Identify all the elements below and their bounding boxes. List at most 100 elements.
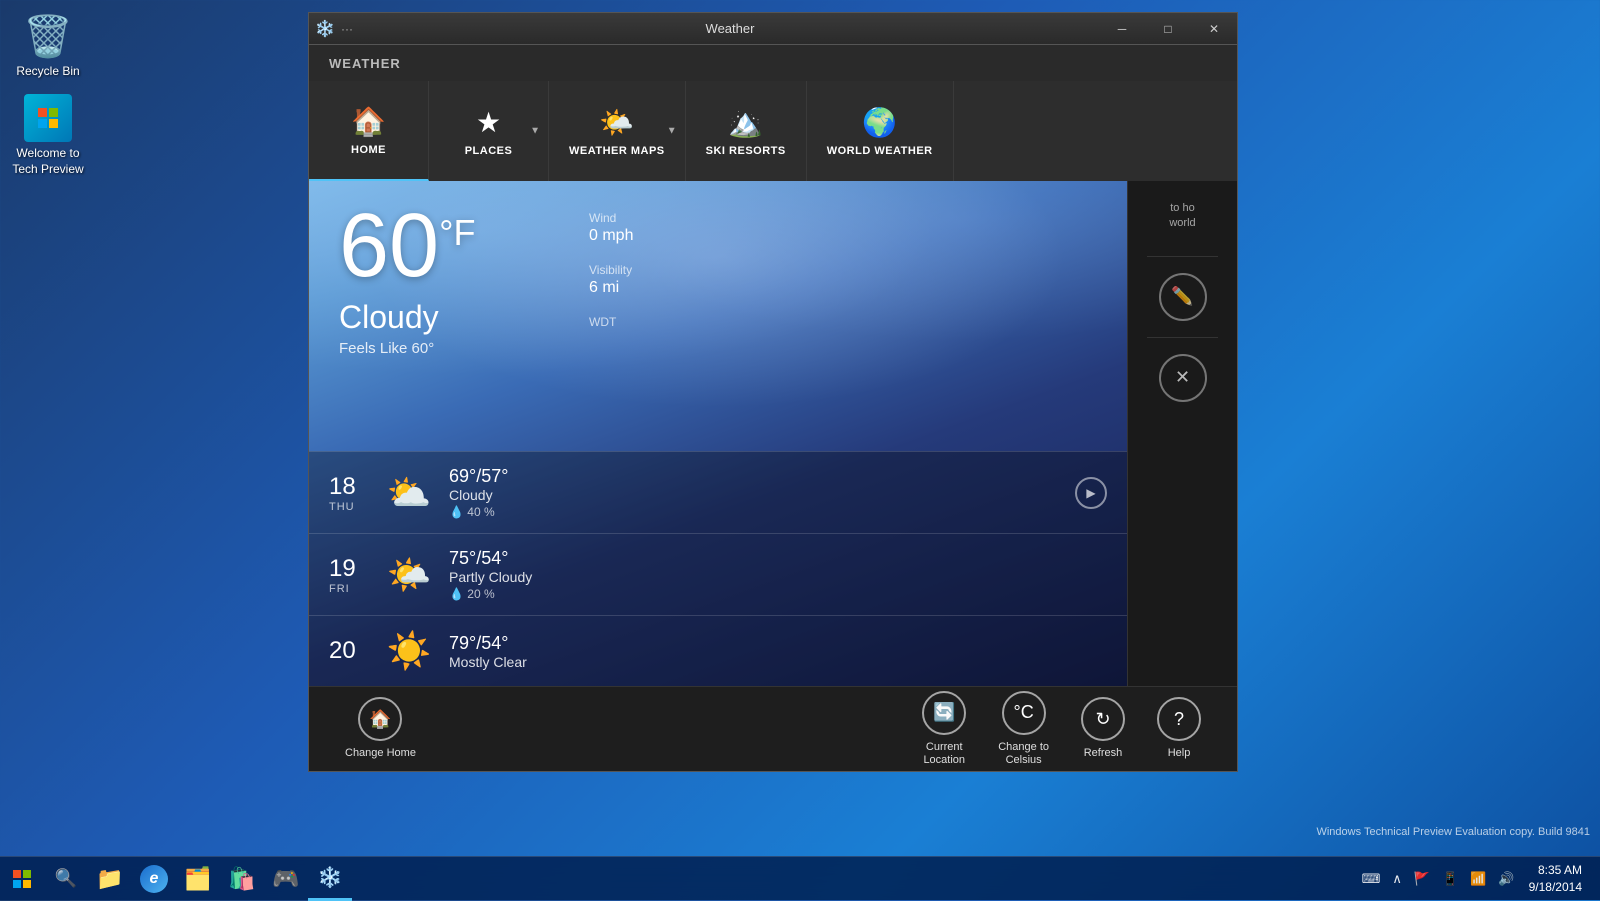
forecast-temp-range-20: 79°/54°	[449, 633, 1107, 654]
places-dropdown-icon: ▼	[530, 126, 540, 137]
nav-home[interactable]: 🏠 HOME	[309, 81, 429, 181]
app-icon: ❄️	[309, 13, 341, 45]
recycle-bin-icon[interactable]: 🗑️ Recycle Bin	[8, 8, 88, 84]
chevron-tray-icon[interactable]: ∧	[1386, 871, 1408, 887]
forecast-icon-19: 🌤️	[379, 554, 439, 596]
temperature-display: 60°F	[339, 201, 476, 291]
nav-home-label: HOME	[351, 144, 386, 156]
forecast-temp-range-19: 75°/54°	[449, 548, 1107, 569]
day-num-19: 19	[329, 555, 379, 583]
signal-tray-icon[interactable]: 📶	[1464, 871, 1492, 887]
wind-label: Wind	[589, 211, 633, 225]
welcome-icon[interactable]: Welcome to Tech Preview	[8, 90, 88, 181]
tray-clock[interactable]: 8:35 AM 9/18/2014	[1521, 862, 1590, 896]
recycle-bin-image: 🗑️	[24, 12, 72, 60]
change-celsius-button[interactable]: °C Change toCelsius	[982, 683, 1065, 775]
close-button[interactable]: ✕	[1191, 13, 1237, 45]
file-manager-button[interactable]: 🗂️	[176, 857, 220, 901]
weather-details: Wind 0 mph Visibility 6 mi WDT	[589, 211, 633, 329]
minimize-button[interactable]: ─	[1099, 13, 1145, 45]
forecast-condition-18: Cloudy	[449, 487, 1075, 503]
clock-date: 9/18/2014	[1529, 879, 1582, 896]
forecast-row-18: 18 THU ⛅ 69°/57° Cloudy 💧 40 % ▶	[309, 451, 1127, 533]
forecast-temp-range-18: 69°/57°	[449, 466, 1075, 487]
side-divider-1	[1147, 256, 1218, 257]
wdt-label: WDT	[589, 315, 633, 329]
weather-maps-icon: 🌤️	[599, 106, 634, 139]
day-num-18: 18	[329, 473, 379, 501]
help-button[interactable]: ? Help	[1141, 689, 1217, 768]
main-content: 60°F Cloudy Feels Like 60° Wind 0 mph Vi…	[309, 181, 1237, 686]
file-explorer-button[interactable]: 📁	[88, 857, 132, 901]
star-icon: ★	[476, 106, 501, 139]
taskbar-tray: ⌨ ∧ 🚩 📱 📶 🔊 8:35 AM 9/18/2014	[1356, 862, 1600, 896]
forecast-date-18: 18 THU	[329, 473, 379, 513]
start-button[interactable]	[0, 857, 44, 901]
nav-ski-label: SKI RESORTS	[706, 145, 786, 157]
volume-tray-icon[interactable]: 🔊	[1492, 871, 1520, 887]
forecast-icon-18: ⛅	[379, 472, 439, 514]
current-location-button[interactable]: 🔄 CurrentLocation	[906, 683, 982, 775]
side-close-button[interactable]: ✕	[1159, 354, 1207, 402]
bottom-toolbar: 🏠 Change Home 🔄 CurrentLocation °C Chang…	[309, 686, 1237, 771]
visibility-label: Visibility	[589, 263, 633, 277]
side-divider-2	[1147, 337, 1218, 338]
ski-icon: 🏔️	[728, 106, 763, 139]
world-icon: 🌍	[862, 106, 897, 139]
forecast-temps-19: 75°/54° Partly Cloudy 💧 20 %	[449, 548, 1107, 601]
forecast-row-20: 20 ☀️ 79°/54° Mostly Clear	[309, 615, 1127, 686]
visibility-value: 6 mi	[589, 279, 633, 297]
day-name-19: FRI	[329, 583, 379, 595]
change-celsius-label: Change toCelsius	[998, 741, 1049, 767]
window-controls: ─ □ ✕	[1099, 13, 1237, 45]
nav-places[interactable]: ★ PLACES ▼	[429, 81, 549, 181]
forecast-date-20: 20	[329, 637, 379, 665]
celsius-icon: °C	[1002, 691, 1046, 735]
flag-tray-icon[interactable]: 🚩	[1408, 871, 1436, 887]
change-home-label: Change Home	[345, 747, 416, 760]
refresh-icon: ↻	[1081, 697, 1125, 741]
app-header-title: WEATHER	[329, 56, 401, 71]
condition-text: Cloudy	[339, 299, 476, 336]
forecast-container: 18 THU ⛅ 69°/57° Cloudy 💧 40 % ▶	[309, 451, 1127, 686]
forecast-play-btn-18[interactable]: ▶	[1075, 477, 1107, 509]
current-location-label: CurrentLocation	[923, 741, 965, 767]
ie-button[interactable]: e	[132, 857, 176, 901]
keyboard-tray-icon[interactable]: ⌨	[1356, 871, 1387, 887]
tray-notification: Windows Technical Preview Evaluation cop…	[1316, 824, 1590, 841]
title-bar: ❄️ ··· Weather ─ □ ✕	[309, 13, 1237, 45]
help-label: Help	[1168, 747, 1191, 760]
weather-display: 60°F Cloudy Feels Like 60° Wind 0 mph Vi…	[309, 181, 1127, 686]
games-button[interactable]: 🎮	[264, 857, 308, 901]
nav-places-label: PLACES	[465, 145, 513, 157]
store-button[interactable]: 🛍️	[220, 857, 264, 901]
nav-weather-maps[interactable]: 🌤️ WEATHER MAPS ▼	[549, 81, 686, 181]
search-button[interactable]: 🔍	[44, 857, 88, 901]
nav-world-weather[interactable]: 🌍 WORLD WEATHER	[807, 81, 954, 181]
app-header: WEATHER	[309, 45, 1237, 81]
refresh-button[interactable]: ↻ Refresh	[1065, 689, 1141, 768]
nav-bar: 🏠 HOME ★ PLACES ▼ 🌤️ WEATHER MAPS ▼ 🏔️ S…	[309, 81, 1237, 181]
weather-window: ❄️ ··· Weather ─ □ ✕ WEATHER 🏠 HOME ★ PL…	[308, 12, 1238, 772]
maximize-button[interactable]: □	[1145, 13, 1191, 45]
wind-value: 0 mph	[589, 227, 633, 245]
day-name-18: THU	[329, 501, 379, 513]
change-home-button[interactable]: 🏠 Change Home	[329, 689, 432, 768]
edit-button[interactable]: ✏️	[1159, 273, 1207, 321]
recycle-bin-label: Recycle Bin	[16, 64, 79, 80]
weather-app-button[interactable]: ❄️	[308, 857, 352, 901]
current-location-icon: 🔄	[922, 691, 966, 735]
forecast-row-19: 19 FRI 🌤️ 75°/54° Partly Cloudy 💧 20 %	[309, 533, 1127, 615]
nav-ski-resorts[interactable]: 🏔️ SKI RESORTS	[686, 81, 807, 181]
forecast-condition-20: Mostly Clear	[449, 654, 1107, 670]
weather-maps-dropdown-icon: ▼	[667, 126, 677, 137]
tablet-tray-icon[interactable]: 📱	[1436, 871, 1464, 887]
nav-world-label: WORLD WEATHER	[827, 145, 933, 157]
title-bar-dots: ···	[341, 22, 353, 36]
ie-icon: e	[140, 865, 168, 893]
forecast-precip-19: 💧 20 %	[449, 587, 1107, 601]
day-num-20: 20	[329, 637, 379, 665]
welcome-label: Welcome to Tech Preview	[12, 146, 83, 177]
forecast-precip-18: 💧 40 %	[449, 505, 1075, 519]
window-title: Weather	[361, 21, 1099, 36]
